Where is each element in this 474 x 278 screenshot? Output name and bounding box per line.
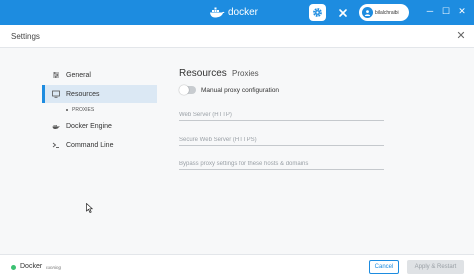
docker-logo: docker	[209, 5, 258, 20]
settings-header: Settings ✕	[0, 25, 474, 48]
sidebar-item-label: Docker Engine	[66, 122, 112, 130]
brand-text: docker	[228, 7, 259, 18]
user-name: bilalchraibi	[375, 9, 399, 16]
user-avatar-icon	[362, 7, 373, 18]
close-icon[interactable]: ✕	[456, 5, 468, 17]
mouse-cursor-icon	[86, 203, 93, 213]
engine-name: Docker	[20, 263, 43, 270]
web-server-input[interactable]	[179, 109, 384, 121]
terminal-icon	[52, 141, 60, 149]
status-indicator-icon	[11, 265, 16, 270]
manual-proxy-toggle[interactable]	[179, 85, 196, 95]
sidebar-item-general[interactable]: General	[42, 66, 157, 84]
apply-restart-button[interactable]: Apply & Restart	[407, 260, 464, 274]
sidebar-subitem-proxies[interactable]: PROXIES	[66, 107, 94, 113]
sidebar-subitem-label: PROXIES	[72, 107, 95, 113]
tools-icon	[338, 8, 347, 17]
page-subtitle: Proxies	[232, 69, 259, 78]
bullet-icon	[66, 109, 68, 111]
sidebar-item-label: Command Line	[66, 141, 114, 149]
settings-close-icon[interactable]: ✕	[455, 29, 467, 42]
whale-icon	[52, 122, 60, 130]
settings-button[interactable]	[309, 4, 326, 21]
page-title: Resources	[179, 68, 227, 79]
minimize-icon[interactable]: ─	[424, 5, 436, 17]
status-bar: Docker running Cancel Apply & Restart	[0, 254, 474, 278]
sidebar-item-command-line[interactable]: Command Line	[42, 136, 157, 154]
gear-icon	[313, 8, 322, 17]
manual-proxy-label: Manual proxy configuration	[201, 87, 280, 94]
settings-title: Settings	[11, 32, 40, 41]
sidebar-item-docker-engine[interactable]: Docker Engine	[42, 117, 157, 135]
maximize-icon[interactable]: ☐	[440, 5, 452, 17]
cancel-button[interactable]: Cancel	[369, 260, 399, 274]
sidebar-item-resources[interactable]: Resources	[42, 85, 157, 103]
engine-status: running	[46, 265, 62, 270]
sidebar-item-label: Resources	[66, 90, 100, 98]
title-bar: docker bilalchraibi ─ ☐ ✕	[0, 0, 474, 25]
secure-web-server-input[interactable]	[179, 134, 384, 146]
docker-whale-icon	[210, 7, 225, 18]
user-button[interactable]: bilalchraibi	[359, 4, 409, 21]
bypass-proxy-input[interactable]	[179, 158, 384, 170]
sidebar-item-label: General	[66, 71, 91, 79]
monitor-icon	[52, 90, 60, 98]
toggle-knob	[179, 85, 189, 95]
sliders-icon	[52, 71, 60, 79]
troubleshoot-button[interactable]	[334, 4, 351, 21]
